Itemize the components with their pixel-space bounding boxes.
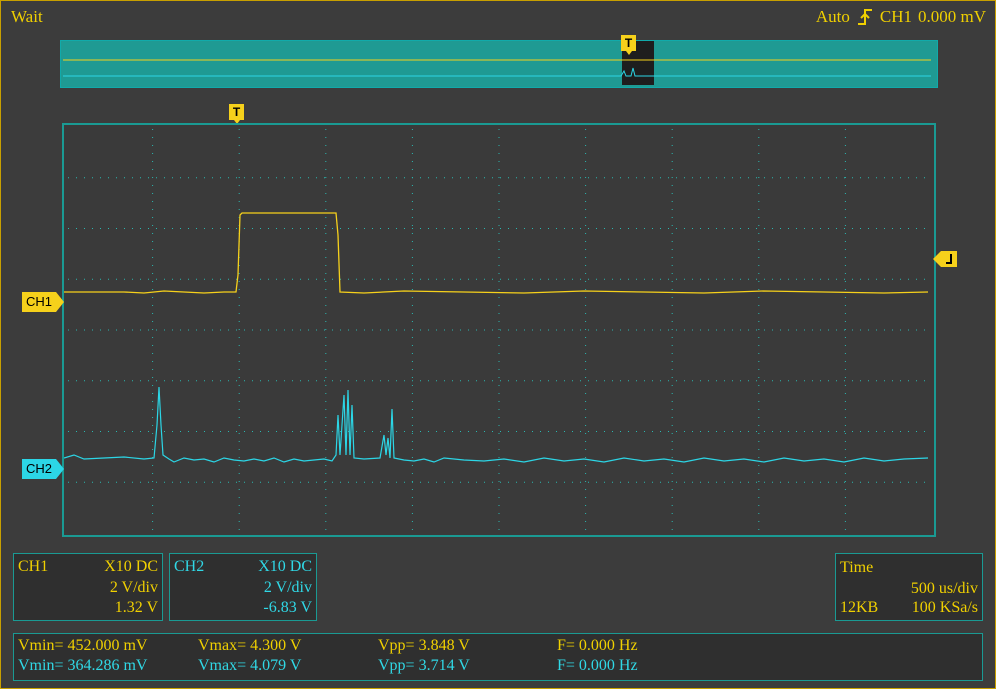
ch1-reference-marker[interactable]: CH1: [22, 292, 65, 312]
ch1-name: CH1: [18, 558, 49, 575]
ch1-frequency: F= 0.000 Hz: [557, 637, 638, 654]
ch1-measurements: Vmin= 452.000 mV Vmax= 4.300 V Vpp= 3.84…: [14, 637, 982, 657]
acquisition-state: Wait: [11, 7, 43, 26]
sample-rate: 100 KSa/s: [911, 599, 978, 616]
ch2-offset: -6.83 V: [263, 599, 312, 616]
ch2-settings-box[interactable]: CH2 X10 DC 2 V/div -6.83 V: [169, 553, 317, 621]
memory-depth: 12KB: [840, 599, 879, 616]
ch2-volts-per-div: 2 V/div: [263, 579, 312, 596]
ch1-volts-per-div: 2 V/div: [109, 579, 158, 596]
trigger-position-marker[interactable]: T: [229, 104, 244, 124]
trigger-level-marker[interactable]: [933, 251, 957, 267]
trigger-level-readout: 0.000 mV: [918, 7, 986, 26]
trigger-status: Auto CH1 0.000 mV: [816, 7, 986, 27]
ch2-reference-marker[interactable]: CH2: [22, 459, 65, 479]
ch1-settings-box[interactable]: CH1 X10 DC 2 V/div 1.32 V: [13, 553, 163, 621]
ch2-name: CH2: [174, 558, 205, 575]
ch2-frequency: F= 0.000 Hz: [557, 657, 638, 674]
timebase-box[interactable]: Time 500 us/div 12KB 100 KSa/s: [835, 553, 983, 621]
ch1-vmin: Vmin= 452.000 mV: [18, 637, 148, 654]
trigger-mode: Auto: [815, 7, 850, 26]
ch1-vpp: Vpp= 3.848 V: [378, 637, 470, 654]
overview-traces: [63, 59, 931, 77]
ch2-measurements: Vmin= 364.286 mV Vmax= 4.079 V Vpp= 3.71…: [14, 657, 982, 677]
waveform-graticule: [62, 123, 936, 537]
ch2-probe-coupling: X10 DC: [258, 558, 312, 575]
ch2-vmin: Vmin= 364.286 mV: [18, 657, 148, 674]
measurements-panel: Vmin= 452.000 mV Vmax= 4.300 V Vpp= 3.84…: [13, 633, 983, 681]
ch1-waveform: [64, 212, 929, 294]
ch2-waveform: [64, 386, 929, 463]
memory-overview[interactable]: [60, 40, 938, 88]
overview-trigger-marker: T: [621, 35, 636, 55]
ch2-vpp: Vpp= 3.714 V: [378, 657, 470, 674]
timebase-title: Time: [840, 559, 874, 576]
ch1-probe-coupling: X10 DC: [104, 558, 158, 575]
trigger-level-icon: [946, 254, 952, 264]
ch1-vmax: Vmax= 4.300 V: [198, 637, 302, 654]
rising-edge-icon: [857, 9, 872, 25]
ch1-offset: 1.32 V: [114, 599, 158, 616]
ch2-vmax: Vmax= 4.079 V: [198, 657, 302, 674]
time-per-div: 500 us/div: [910, 580, 978, 597]
trigger-source: CH1: [879, 7, 912, 26]
waveform-traces: [64, 212, 929, 463]
